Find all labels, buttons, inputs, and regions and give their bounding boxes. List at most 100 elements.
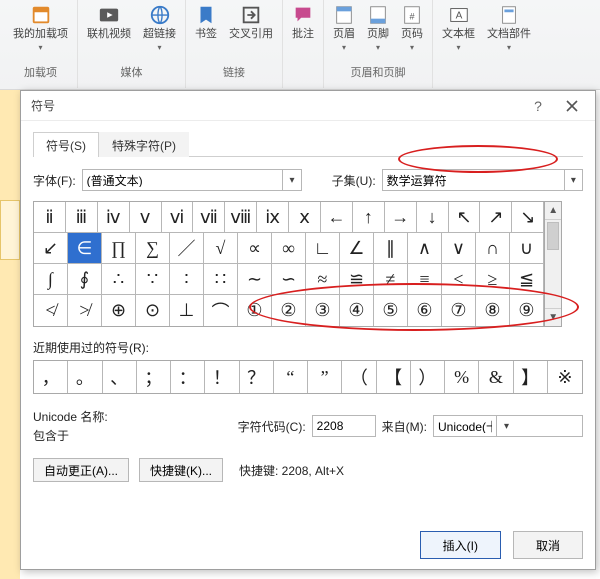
symbol-cell[interactable]: √	[204, 233, 238, 264]
scroll-thumb[interactable]	[547, 222, 559, 250]
symbol-cell[interactable]: ≌	[340, 264, 374, 295]
ribbon-comment[interactable]: 批注	[289, 2, 317, 42]
recent-symbol-cell[interactable]: 】	[514, 361, 548, 393]
recent-symbol-cell[interactable]: 【	[377, 361, 411, 393]
ribbon-textbox[interactable]: A 文本框▾	[439, 2, 478, 56]
symbol-cell[interactable]: ⑥	[408, 295, 442, 326]
symbol-cell[interactable]: ∼	[238, 264, 272, 295]
subset-input[interactable]	[383, 173, 564, 187]
symbol-cell[interactable]: ⅵ	[162, 202, 194, 233]
chevron-down-icon[interactable]: ▾	[496, 416, 516, 436]
symbol-cell[interactable]: ∶	[170, 264, 204, 295]
symbol-cell[interactable]: ∠	[340, 233, 374, 264]
scroll-up-icon[interactable]: ▲	[545, 202, 561, 220]
ribbon-my-addins[interactable]: 我的加载项 ▾	[10, 2, 71, 56]
symbol-cell[interactable]: ⑦	[442, 295, 476, 326]
from-combo[interactable]: ▾	[433, 415, 583, 437]
recent-symbol-cell[interactable]: &	[479, 361, 513, 393]
insert-button[interactable]: 插入(I)	[420, 531, 501, 559]
symbol-cell[interactable]: ←	[321, 202, 353, 233]
recent-symbol-cell[interactable]: ，	[34, 361, 68, 393]
symbol-cell[interactable]: ∏	[102, 233, 136, 264]
symbol-cell[interactable]: ∨	[442, 233, 476, 264]
recent-symbol-cell[interactable]: ；	[137, 361, 171, 393]
symbol-cell[interactable]: ①	[238, 295, 272, 326]
symbol-cell[interactable]: ∵	[136, 264, 170, 295]
recent-symbol-cell[interactable]: ！	[205, 361, 239, 393]
recent-symbol-cell[interactable]: 、	[103, 361, 137, 393]
symbol-cell[interactable]: ≦	[510, 264, 544, 295]
symbol-cell[interactable]: ↑	[353, 202, 385, 233]
symbol-cell[interactable]: ≯	[68, 295, 102, 326]
ribbon-hyperlink[interactable]: 超链接 ▾	[140, 2, 179, 56]
recent-symbol-cell[interactable]: 。	[68, 361, 102, 393]
symbol-cell[interactable]: ↓	[417, 202, 449, 233]
symbol-cell[interactable]: ∫	[34, 264, 68, 295]
ribbon-footer[interactable]: 页脚▾	[364, 2, 392, 56]
symbol-cell[interactable]: ∪	[510, 233, 544, 264]
symbol-cell[interactable]: ≤	[442, 264, 476, 295]
symbol-cell[interactable]: ⊥	[170, 295, 204, 326]
ribbon-online-video[interactable]: 联机视频	[84, 2, 134, 42]
font-input[interactable]	[83, 173, 283, 187]
symbol-cell[interactable]: ∈	[68, 233, 102, 264]
recent-symbol-cell[interactable]: ※	[548, 361, 582, 393]
symbol-cell[interactable]: ↙	[34, 233, 68, 264]
symbol-cell[interactable]: ↘	[512, 202, 544, 233]
symbol-cell[interactable]: ≈	[306, 264, 340, 295]
recent-symbol-cell[interactable]: （	[342, 361, 376, 393]
font-combo[interactable]: ▾	[82, 169, 302, 191]
scroll-down-icon[interactable]: ▼	[545, 308, 561, 326]
symbol-cell[interactable]: ⅷ	[225, 202, 257, 233]
symbol-cell[interactable]: ∷	[204, 264, 238, 295]
scroll-track[interactable]	[545, 252, 561, 308]
symbol-cell[interactable]: ∑	[136, 233, 170, 264]
chevron-down-icon[interactable]: ▾	[282, 170, 300, 190]
dialog-titlebar[interactable]: 符号 ?	[21, 91, 595, 121]
ribbon-crossref[interactable]: 交叉引用	[226, 2, 276, 42]
symbol-cell[interactable]: ≥	[476, 264, 510, 295]
symbol-cell[interactable]: ∟	[306, 233, 340, 264]
symbol-cell[interactable]: ∞	[272, 233, 306, 264]
symbol-cell[interactable]: ∝	[238, 233, 272, 264]
symbol-cell[interactable]: ⑧	[476, 295, 510, 326]
symbol-cell[interactable]: ⅴ	[130, 202, 162, 233]
cancel-button[interactable]: 取消	[513, 531, 583, 559]
symbol-cell[interactable]: ≡	[408, 264, 442, 295]
symbol-cell[interactable]: ↖	[449, 202, 481, 233]
symbol-cell[interactable]: ⅲ	[66, 202, 98, 233]
symbol-cell[interactable]: ③	[306, 295, 340, 326]
symbol-cell[interactable]: ②	[272, 295, 306, 326]
ribbon-docparts[interactable]: 文档部件▾	[484, 2, 534, 56]
symbol-cell[interactable]: ∥	[374, 233, 408, 264]
symbol-cell[interactable]: ⅶ	[193, 202, 225, 233]
recent-symbol-cell[interactable]: ？	[240, 361, 274, 393]
symbol-cell[interactable]: →	[385, 202, 417, 233]
symbol-cell[interactable]: ⅹ	[289, 202, 321, 233]
ribbon-pagenum[interactable]: # 页码▾	[398, 2, 426, 56]
symbol-cell[interactable]: ／	[170, 233, 204, 264]
grid-scrollbar[interactable]: ▲ ▼	[544, 201, 562, 327]
subset-combo[interactable]: ▾	[382, 169, 583, 191]
symbol-cell[interactable]: ⅳ	[98, 202, 130, 233]
tab-symbols[interactable]: 符号(S)	[33, 132, 99, 157]
symbol-cell[interactable]: ∮	[68, 264, 102, 295]
recent-symbol-cell[interactable]: “	[274, 361, 308, 393]
dialog-close-button[interactable]	[555, 93, 589, 119]
recent-symbol-cell[interactable]: ：	[171, 361, 205, 393]
symbol-cell[interactable]: ⊕	[102, 295, 136, 326]
autocorrect-button[interactable]: 自动更正(A)...	[33, 458, 129, 482]
char-code-input[interactable]	[313, 419, 375, 433]
tab-special-chars[interactable]: 特殊字符(P)	[99, 132, 189, 157]
symbol-cell[interactable]: ↗	[480, 202, 512, 233]
symbol-cell[interactable]: ⌒	[204, 295, 238, 326]
ribbon-header[interactable]: 页眉▾	[330, 2, 358, 56]
shortcut-key-button[interactable]: 快捷键(K)...	[139, 458, 223, 482]
recent-symbol-cell[interactable]: ）	[411, 361, 445, 393]
symbol-cell[interactable]: ⅸ	[257, 202, 289, 233]
symbol-cell[interactable]: ∽	[272, 264, 306, 295]
symbol-cell[interactable]: ≮	[34, 295, 68, 326]
symbol-cell[interactable]: ④	[340, 295, 374, 326]
symbol-cell[interactable]: ≠	[374, 264, 408, 295]
recent-symbol-cell[interactable]: ”	[308, 361, 342, 393]
